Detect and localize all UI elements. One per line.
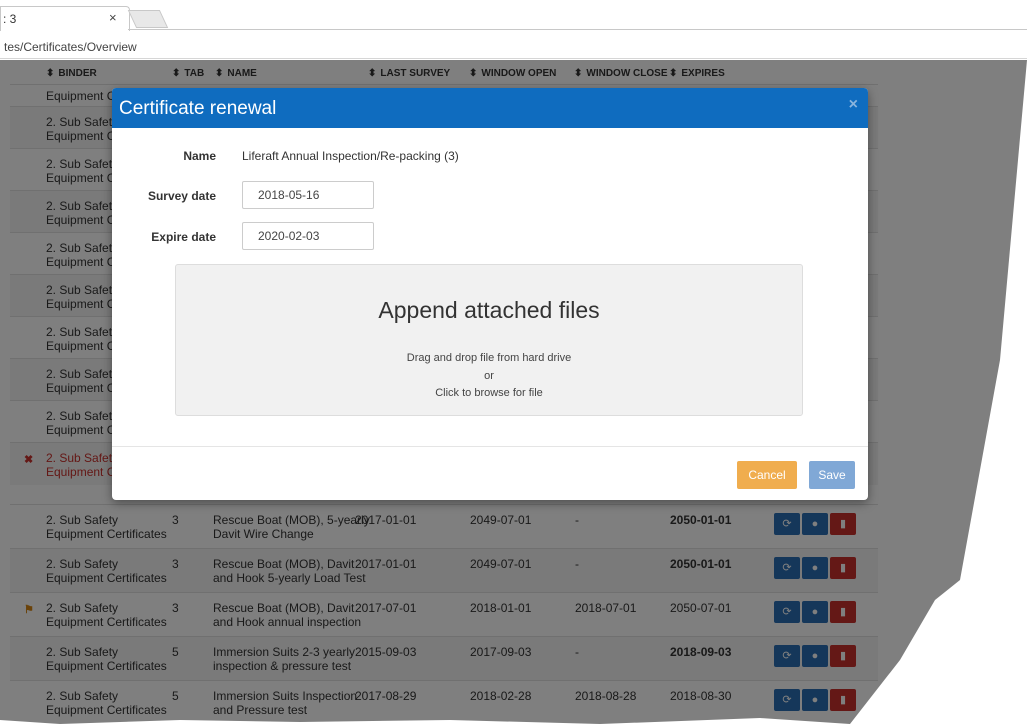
- tab-title: : 3: [3, 12, 17, 26]
- address-bar[interactable]: tes/Certificates/Overview: [0, 34, 1027, 59]
- browser-tab[interactable]: : 3 ×: [0, 6, 130, 31]
- close-icon[interactable]: ×: [849, 96, 858, 114]
- dropzone-instruction: Drag and drop file from hard drive: [406, 352, 572, 364]
- dropzone-title: Append attached files: [378, 297, 600, 323]
- file-dropzone[interactable]: Append attached files Drag and drop file…: [175, 264, 803, 416]
- dropzone-or: or: [484, 370, 494, 382]
- save-button[interactable]: Save: [809, 461, 855, 489]
- survey-date-input[interactable]: 2018-05-16: [242, 181, 374, 209]
- close-tab-icon[interactable]: ×: [109, 10, 117, 25]
- tabstrip-divider: [128, 29, 1027, 30]
- name-label: Name: [183, 149, 216, 163]
- expire-date-label: Expire date: [151, 230, 216, 244]
- modal-footer-divider: [112, 446, 868, 447]
- new-tab-button[interactable]: [127, 10, 169, 28]
- name-value: Liferaft Annual Inspection/Re-packing (3…: [242, 149, 459, 163]
- url-text: tes/Certificates/Overview: [4, 40, 137, 54]
- modal-title: Certificate renewal: [119, 98, 277, 119]
- modal-header: Certificate renewal ×: [112, 88, 868, 128]
- certificate-renewal-modal: Certificate renewal × Name Liferaft Annu…: [112, 88, 868, 500]
- expire-date-input[interactable]: 2020-02-03: [242, 222, 374, 250]
- browser-tabstrip: : 3 ×: [0, 0, 1027, 31]
- cancel-button[interactable]: Cancel: [737, 461, 797, 489]
- browse-file-link[interactable]: Click to browse for file: [176, 387, 802, 399]
- survey-date-label: Survey date: [147, 189, 216, 203]
